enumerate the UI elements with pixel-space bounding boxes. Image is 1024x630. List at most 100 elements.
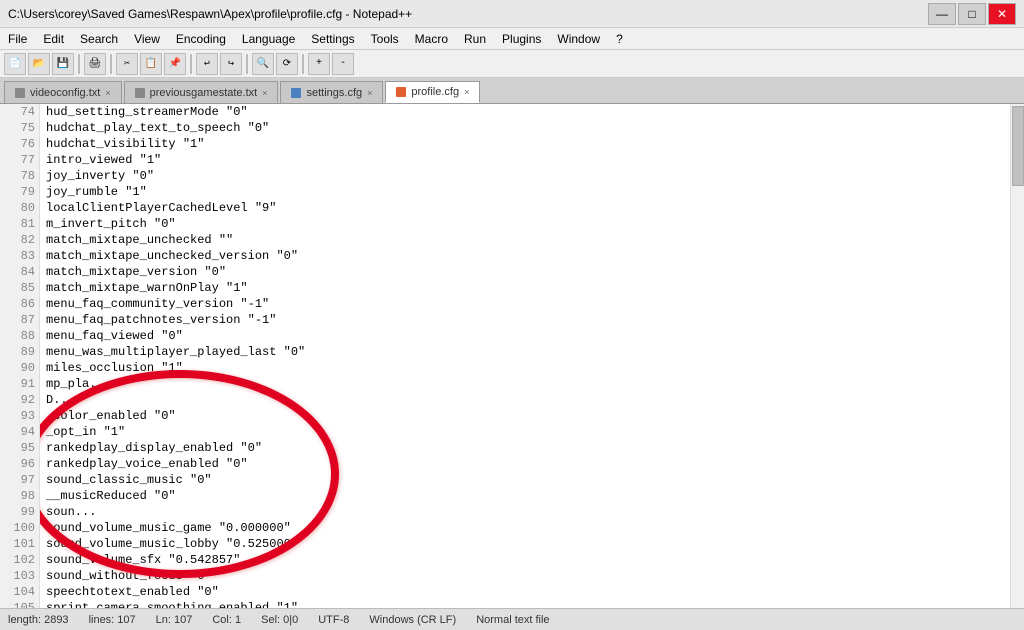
- code-line-82: match_mixtape_unchecked "": [46, 232, 1010, 248]
- menu-item-macro[interactable]: Macro: [407, 30, 456, 48]
- code-line-87: menu_faq_patchnotes_version "-1": [46, 312, 1010, 328]
- status-encoding: UTF-8: [318, 614, 349, 626]
- line-num-77: 77: [0, 152, 35, 168]
- code-line-78: joy_inverty "0": [46, 168, 1010, 184]
- menu-item-run[interactable]: Run: [456, 30, 494, 48]
- toolbar-open[interactable]: 📂: [28, 53, 50, 75]
- toolbar-print[interactable]: 🖨: [84, 53, 106, 75]
- line-num-94: 94: [0, 424, 35, 440]
- line-num-79: 79: [0, 184, 35, 200]
- code-line-94: _opt_in "1": [46, 424, 1010, 440]
- code-line-92: D...: [46, 392, 1010, 408]
- toolbar-zoom-out[interactable]: -: [332, 53, 354, 75]
- minimize-button[interactable]: —: [928, 3, 956, 25]
- line-num-93: 93: [0, 408, 35, 424]
- menu-item-?[interactable]: ?: [608, 30, 631, 48]
- tab-settings-close[interactable]: ×: [367, 88, 372, 98]
- menu-item-edit[interactable]: Edit: [35, 30, 72, 48]
- line-num-81: 81: [0, 216, 35, 232]
- toolbar-sep-1: [78, 54, 80, 74]
- line-num-76: 76: [0, 136, 35, 152]
- code-line-84: match_mixtape_version "0": [46, 264, 1010, 280]
- code-line-96: rankedplay_voice_enabled "0": [46, 456, 1010, 472]
- editor-container: 7475767778798081828384858687888990919293…: [0, 104, 1024, 608]
- line-num-98: 98: [0, 488, 35, 504]
- tab-settings-icon: [291, 88, 301, 98]
- code-line-81: m_invert_pitch "0": [46, 216, 1010, 232]
- line-num-101: 101: [0, 536, 35, 552]
- status-length: length: 2893: [8, 614, 69, 626]
- menu-bar: FileEditSearchViewEncodingLanguageSettin…: [0, 28, 1024, 50]
- toolbar-sep-2: [110, 54, 112, 74]
- line-num-104: 104: [0, 584, 35, 600]
- tab-previousgamestate-close[interactable]: ×: [262, 88, 267, 98]
- status-bar: length: 2893 lines: 107 Ln: 107 Col: 1 S…: [0, 608, 1024, 630]
- close-button[interactable]: ✕: [988, 3, 1016, 25]
- menu-item-search[interactable]: Search: [72, 30, 126, 48]
- code-line-86: menu_faq_community_version "-1": [46, 296, 1010, 312]
- toolbar-save[interactable]: 💾: [52, 53, 74, 75]
- line-num-88: 88: [0, 328, 35, 344]
- menu-item-settings[interactable]: Settings: [303, 30, 362, 48]
- code-line-79: joy_rumble "1": [46, 184, 1010, 200]
- line-num-87: 87: [0, 312, 35, 328]
- menu-item-view[interactable]: View: [126, 30, 168, 48]
- code-line-85: match_mixtape_warnOnPlay "1": [46, 280, 1010, 296]
- code-line-100: sound_volume_music_game "0.000000": [46, 520, 1010, 536]
- line-num-102: 102: [0, 552, 35, 568]
- toolbar-cut[interactable]: ✂: [116, 53, 138, 75]
- code-line-89: menu_was_multiplayer_played_last "0": [46, 344, 1010, 360]
- code-line-75: hudchat_play_text_to_speech "0": [46, 120, 1010, 136]
- menu-item-plugins[interactable]: Plugins: [494, 30, 549, 48]
- tab-previousgamestate[interactable]: previousgamestate.txt ×: [124, 81, 279, 103]
- tab-videoconfig-label: videoconfig.txt: [30, 87, 100, 99]
- tab-previousgamestate-label: previousgamestate.txt: [150, 87, 258, 99]
- code-line-102: sound_volume_sfx "0.542857": [46, 552, 1010, 568]
- line-num-86: 86: [0, 296, 35, 312]
- tab-videoconfig-close[interactable]: ×: [105, 88, 110, 98]
- toolbar-redo[interactable]: ↪: [220, 53, 242, 75]
- toolbar-find[interactable]: 🔍: [252, 53, 274, 75]
- line-num-84: 84: [0, 264, 35, 280]
- line-num-85: 85: [0, 280, 35, 296]
- scrollbar-thumb[interactable]: [1012, 106, 1024, 186]
- line-num-105: 105: [0, 600, 35, 608]
- toolbar-undo[interactable]: ↩: [196, 53, 218, 75]
- tab-videoconfig-icon: [15, 88, 25, 98]
- toolbar-zoom-in[interactable]: +: [308, 53, 330, 75]
- scrollbar[interactable]: [1010, 104, 1024, 608]
- line-num-96: 96: [0, 456, 35, 472]
- code-line-103: sound_without_focus "0": [46, 568, 1010, 584]
- line-num-90: 90: [0, 360, 35, 376]
- code-line-93: _color_enabled "0": [46, 408, 1010, 424]
- line-numbers: 7475767778798081828384858687888990919293…: [0, 104, 40, 608]
- tab-settings-label: settings.cfg: [306, 87, 362, 99]
- tab-videoconfig[interactable]: videoconfig.txt ×: [4, 81, 122, 103]
- maximize-button[interactable]: □: [958, 3, 986, 25]
- menu-item-language[interactable]: Language: [234, 30, 303, 48]
- tab-settings[interactable]: settings.cfg ×: [280, 81, 383, 103]
- status-type: Normal text file: [476, 614, 549, 626]
- menu-item-file[interactable]: File: [0, 30, 35, 48]
- toolbar-new[interactable]: 📄: [4, 53, 26, 75]
- menu-item-window[interactable]: Window: [549, 30, 608, 48]
- toolbar-paste[interactable]: 📌: [164, 53, 186, 75]
- toolbar-sep-4: [246, 54, 248, 74]
- status-sel: Sel: 0|0: [261, 614, 298, 626]
- toolbar-sep-5: [302, 54, 304, 74]
- tab-profile[interactable]: profile.cfg×: [385, 81, 480, 103]
- tab-profile-close[interactable]: ×: [464, 87, 469, 97]
- toolbar-copy[interactable]: 📋: [140, 53, 162, 75]
- menu-item-tools[interactable]: Tools: [363, 30, 407, 48]
- line-num-99: 99: [0, 504, 35, 520]
- code-area[interactable]: hud_setting_streamerMode "0"hudchat_play…: [40, 104, 1010, 608]
- status-eol: Windows (CR LF): [369, 614, 456, 626]
- code-line-77: intro_viewed "1": [46, 152, 1010, 168]
- code-line-99: soun...: [46, 504, 1010, 520]
- line-num-75: 75: [0, 120, 35, 136]
- toolbar-replace[interactable]: ⟳: [276, 53, 298, 75]
- tab-previousgamestate-icon: [135, 88, 145, 98]
- menu-item-encoding[interactable]: Encoding: [168, 30, 234, 48]
- editor-wrapper: hud_setting_streamerMode "0"hudchat_play…: [40, 104, 1024, 608]
- code-line-74: hud_setting_streamerMode "0": [46, 104, 1010, 120]
